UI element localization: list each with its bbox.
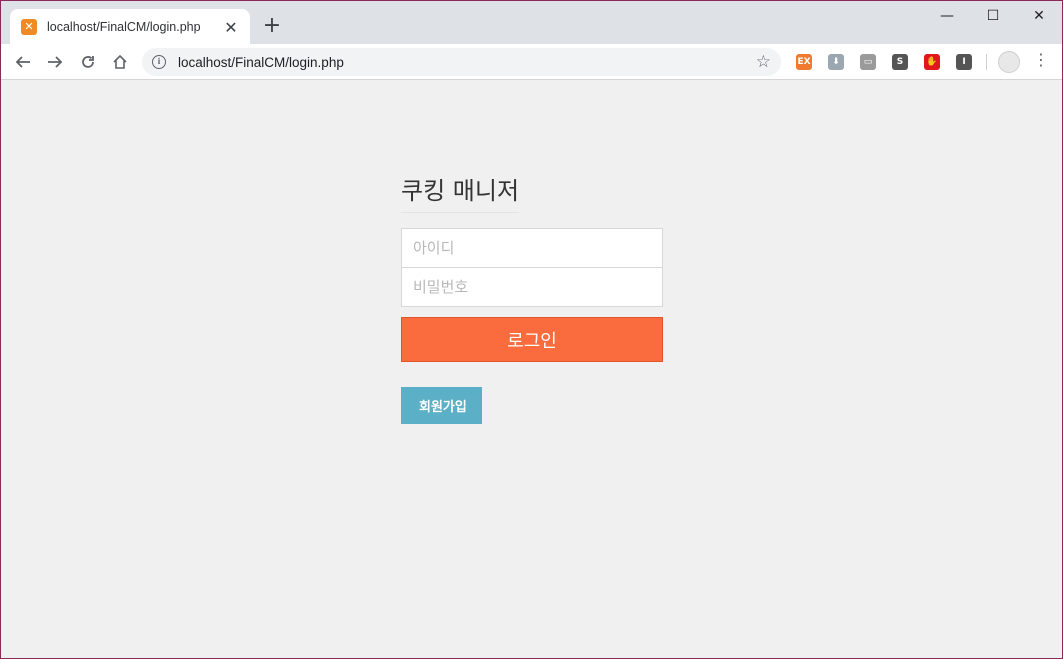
toolbar-divider bbox=[986, 54, 987, 70]
home-button[interactable] bbox=[107, 49, 133, 75]
address-bar[interactable]: i localhost/FinalCM/login.php ☆ bbox=[142, 48, 781, 76]
xampp-favicon-icon: ✕ bbox=[21, 19, 37, 35]
info-icon[interactable]: i bbox=[152, 55, 166, 69]
reload-button[interactable] bbox=[75, 49, 101, 75]
arrow-right-icon bbox=[48, 56, 63, 68]
home-icon bbox=[113, 54, 127, 69]
tab-title: localhost/FinalCM/login.php bbox=[47, 20, 201, 34]
tab-active[interactable]: ✕ localhost/FinalCM/login.php ✕ bbox=[10, 9, 250, 45]
page-content: 쿠킹 매니저 로그인 회원가입 bbox=[1, 81, 1062, 658]
password-input[interactable] bbox=[401, 267, 663, 307]
credentials-group bbox=[401, 228, 663, 307]
adblock-extension-icon[interactable]: ✋ bbox=[924, 54, 940, 70]
profile-avatar[interactable] bbox=[998, 51, 1020, 73]
minimize-button[interactable]: — bbox=[924, 1, 970, 31]
bookmark-star-icon[interactable]: ☆ bbox=[756, 52, 771, 72]
close-tab-icon[interactable]: ✕ bbox=[222, 18, 240, 37]
new-tab-button[interactable]: + bbox=[261, 15, 283, 37]
browser-toolbar: i localhost/FinalCM/login.php ☆ EX ⬇ ▭ S ✋ I … bbox=[1, 44, 1062, 80]
maximize-button[interactable]: ☐ bbox=[970, 1, 1016, 31]
login-form: 쿠킹 매니저 로그인 회원가입 bbox=[401, 171, 663, 424]
back-button[interactable] bbox=[10, 49, 36, 75]
page-title: 쿠킹 매니저 bbox=[401, 171, 520, 213]
signup-label: 회원가입 bbox=[419, 400, 467, 415]
tab-strip: ✕ localhost/FinalCM/login.php ✕ + — ☐ ✕ bbox=[1, 1, 1062, 45]
browser-window: ✕ localhost/FinalCM/login.php ✕ + — ☐ ✕ … bbox=[0, 0, 1063, 659]
screen-extension-icon[interactable]: ▭ bbox=[860, 54, 876, 70]
window-controls: — ☐ ✕ bbox=[924, 1, 1062, 31]
reload-icon bbox=[82, 56, 94, 68]
close-window-button[interactable]: ✕ bbox=[1016, 1, 1062, 31]
download-extension-icon[interactable]: ⬇ bbox=[828, 54, 844, 70]
forward-button[interactable] bbox=[42, 49, 68, 75]
signup-button[interactable]: 회원가입 bbox=[401, 387, 482, 424]
id-input[interactable] bbox=[401, 228, 663, 268]
arrow-left-icon bbox=[15, 56, 30, 68]
menu-kebab-icon[interactable]: ⋮ bbox=[1033, 50, 1049, 69]
s-extension-icon[interactable]: S bbox=[892, 54, 908, 70]
i-extension-icon[interactable]: I bbox=[956, 54, 972, 70]
login-button[interactable]: 로그인 bbox=[401, 317, 663, 362]
ex-extension-icon[interactable]: EX bbox=[796, 54, 812, 70]
address-url[interactable]: localhost/FinalCM/login.php bbox=[178, 55, 756, 70]
